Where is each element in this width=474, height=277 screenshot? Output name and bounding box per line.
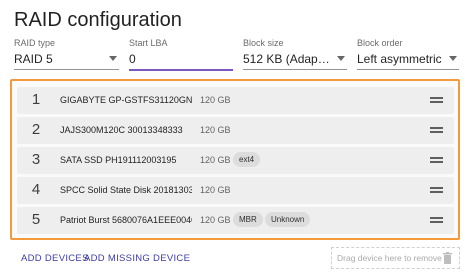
block-order-label: Block order xyxy=(357,38,403,48)
dropdown-arrow-icon xyxy=(337,56,345,61)
device-name: JAJS300M120C 30013348333 xyxy=(60,125,183,135)
partition-chip: ext4 xyxy=(233,152,261,167)
dropdown-arrow-icon xyxy=(109,56,117,61)
device-row[interactable]: 1 GIGABYTE GP-GSTFS31120GNTD S 120 GB xyxy=(17,87,454,114)
raid-type-select[interactable]: RAID type RAID 5 xyxy=(14,38,119,70)
partition-chip: Unknown xyxy=(265,212,311,227)
device-row[interactable]: 2 JAJS300M120C 30013348333 120 GB xyxy=(17,117,454,144)
device-name: Patriot Burst 5680076A1EEE004023 xyxy=(60,215,192,225)
drag-handle-icon[interactable] xyxy=(430,97,443,103)
block-size-label: Block size xyxy=(243,38,284,48)
drag-handle-icon[interactable] xyxy=(430,187,443,193)
device-index: 2 xyxy=(31,121,41,138)
start-lba-input[interactable]: Start LBA 0 xyxy=(129,38,233,71)
raid-type-label: RAID type xyxy=(14,38,56,48)
device-size: 120 GB xyxy=(200,185,231,195)
block-order-select[interactable]: Block order Left asymmetric xyxy=(357,38,459,70)
block-size-select[interactable]: Block size 512 KB (Adaptec, Li... xyxy=(243,38,347,70)
add-missing-device-button[interactable]: ADD MISSING DEVICE xyxy=(84,253,190,264)
raid-type-value: RAID 5 xyxy=(14,52,53,66)
start-lba-label: Start LBA xyxy=(129,38,168,48)
remove-drop-zone[interactable]: Drag device here to remove xyxy=(331,247,460,269)
device-name: SATA SSD PH191112003195 xyxy=(60,155,177,165)
drag-handle-icon[interactable] xyxy=(430,127,443,133)
drag-handle-icon[interactable] xyxy=(430,157,443,163)
device-list: 1 GIGABYTE GP-GSTFS31120GNTD S 120 GB 2 … xyxy=(10,79,460,240)
trash-icon xyxy=(443,252,452,264)
device-size: 120 GB xyxy=(200,155,231,165)
start-lba-value: 0 xyxy=(129,52,136,66)
device-index: 1 xyxy=(31,91,41,108)
partition-chip: MBR xyxy=(233,212,263,227)
device-row[interactable]: 4 SPCC Solid State Disk 20181303003 120 … xyxy=(17,177,454,204)
device-index: 3 xyxy=(31,151,41,168)
remove-drop-zone-label: Drag device here to remove xyxy=(337,253,442,263)
page-title: RAID configuration xyxy=(14,9,182,31)
drag-handle-icon[interactable] xyxy=(430,217,443,223)
device-row[interactable]: 3 SATA SSD PH191112003195 120 GB ext4 xyxy=(17,147,454,174)
device-index: 4 xyxy=(31,181,41,198)
device-name: GIGABYTE GP-GSTFS31120GNTD S xyxy=(60,95,192,105)
device-size: 120 GB xyxy=(200,95,231,105)
device-row[interactable]: 5 Patriot Burst 5680076A1EEE004023 120 G… xyxy=(17,207,454,234)
block-order-value: Left asymmetric xyxy=(357,52,442,66)
add-devices-button[interactable]: ADD DEVICES xyxy=(21,253,89,264)
device-size: 120 GB xyxy=(200,125,231,135)
device-name: SPCC Solid State Disk 20181303003 xyxy=(60,185,192,195)
device-index: 5 xyxy=(31,211,41,228)
block-size-value: 512 KB (Adaptec, Li... xyxy=(243,52,333,66)
dropdown-arrow-icon xyxy=(449,56,457,61)
device-size: 120 GB xyxy=(200,215,231,225)
